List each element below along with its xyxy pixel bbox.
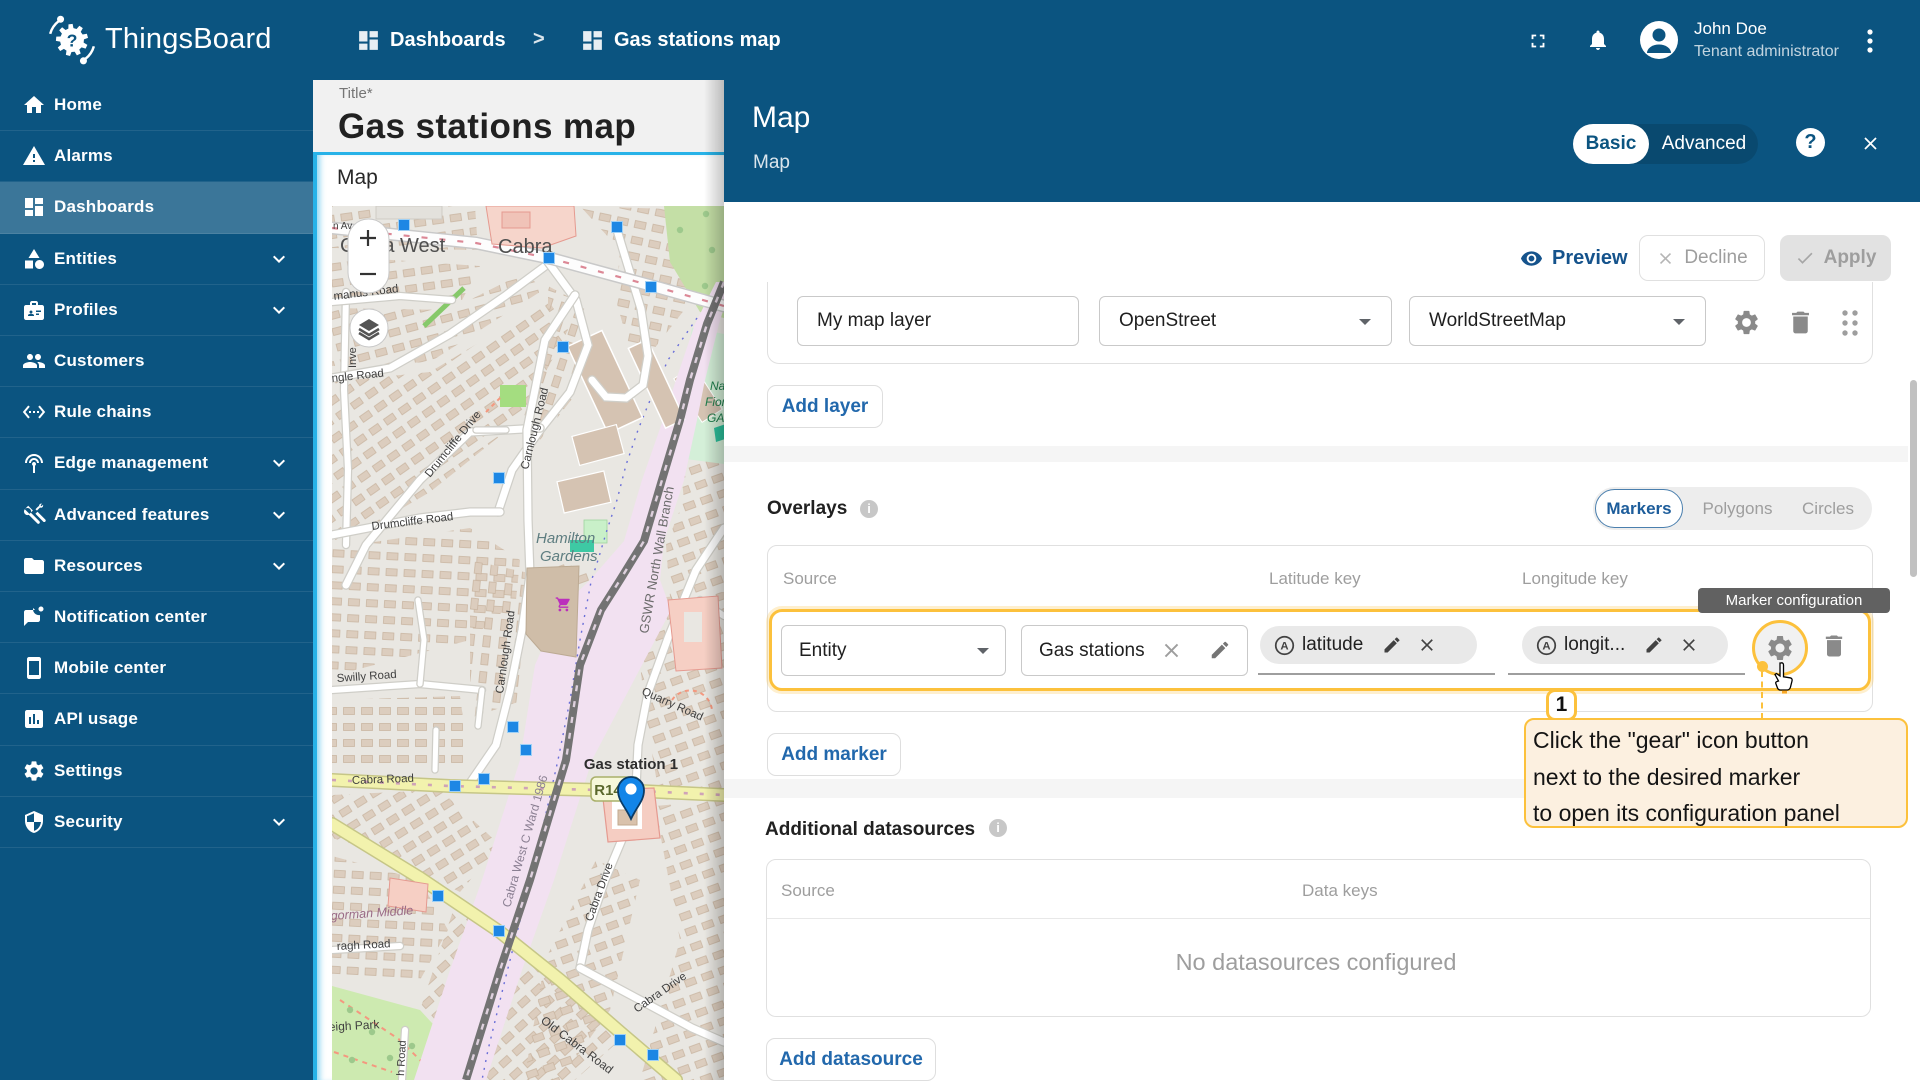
svg-text:Hamilton: Hamilton <box>536 530 595 547</box>
svg-text:Inve: Inve <box>347 347 359 368</box>
svg-text:Gas station 1: Gas station 1 <box>584 756 678 773</box>
svg-text:A: A <box>1542 640 1550 652</box>
svg-text:h Road: h Road <box>395 1040 409 1076</box>
svg-text:A: A <box>1280 640 1288 652</box>
svg-text:?: ? <box>67 30 78 50</box>
svg-text:Gardens: Gardens <box>540 548 598 565</box>
svg-text:Cabra Road: Cabra Road <box>352 773 414 787</box>
svg-text:n Av: n Av <box>333 221 352 232</box>
svg-text:eigh Park: eigh Park <box>332 1017 381 1034</box>
